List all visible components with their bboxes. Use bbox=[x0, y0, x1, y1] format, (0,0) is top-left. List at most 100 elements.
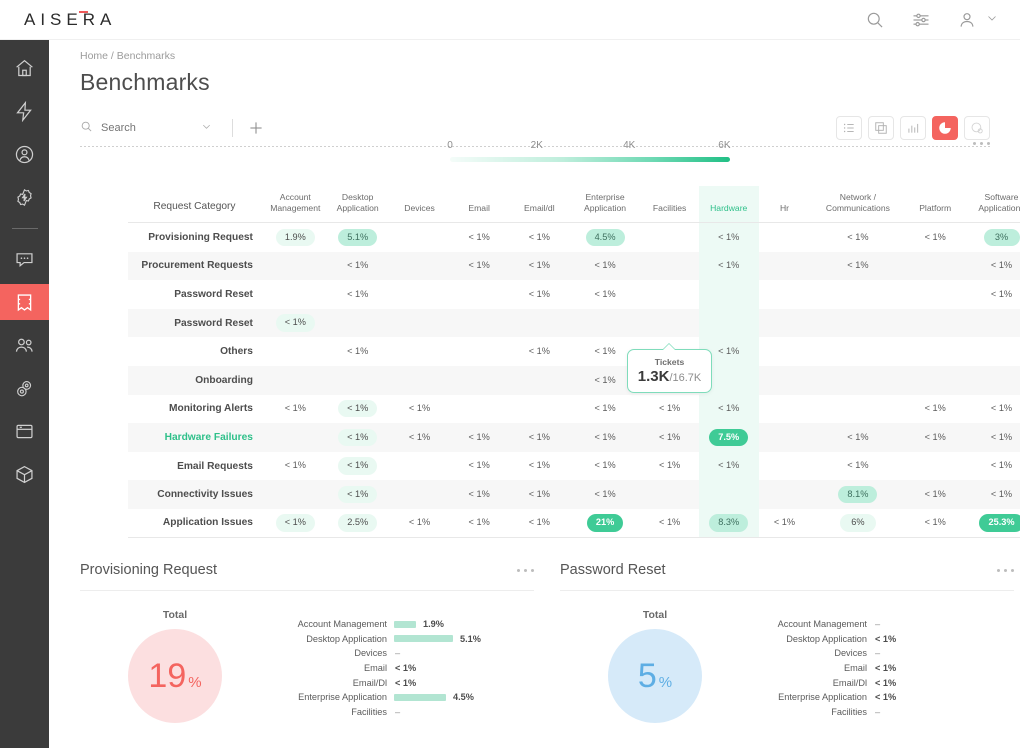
heatmap-cell[interactable]: < 1% bbox=[965, 252, 1020, 281]
heatmap-cell[interactable] bbox=[449, 395, 509, 424]
row-label[interactable]: Password Reset bbox=[128, 280, 265, 309]
bar-chart-view-icon[interactable] bbox=[900, 116, 926, 140]
column-header-email[interactable]: Email bbox=[449, 186, 509, 223]
row-label[interactable]: Onboarding bbox=[128, 366, 265, 395]
sidebar-item-settings[interactable] bbox=[0, 370, 49, 406]
card-more-options[interactable] bbox=[997, 569, 1014, 572]
heatmap-cell[interactable] bbox=[759, 280, 811, 309]
heatmap-cell[interactable] bbox=[759, 395, 811, 424]
heatmap-cell[interactable]: < 1% bbox=[965, 452, 1020, 481]
table-row[interactable]: Application Issues< 1%2.5%< 1%< 1%< 1%21… bbox=[128, 509, 1020, 538]
sidebar-item-users[interactable] bbox=[0, 327, 49, 363]
heatmap-cell[interactable] bbox=[759, 480, 811, 509]
heatmap-cell[interactable]: < 1% bbox=[570, 423, 641, 452]
heatmap-cell[interactable] bbox=[265, 423, 326, 452]
row-label[interactable]: Application Issues bbox=[128, 509, 265, 538]
heatmap-cell[interactable]: < 1% bbox=[509, 509, 570, 538]
column-header-account-management[interactable]: AccountManagement bbox=[265, 186, 326, 223]
heatmap-cell[interactable]: < 1% bbox=[699, 395, 759, 424]
heatmap-cell[interactable] bbox=[390, 280, 450, 309]
table-row[interactable]: Monitoring Alerts< 1%< 1%< 1%< 1%< 1%< 1… bbox=[128, 395, 1020, 424]
heatmap-cell[interactable]: < 1% bbox=[326, 252, 390, 281]
user-icon[interactable] bbox=[957, 10, 977, 30]
heatmap-cell[interactable] bbox=[640, 280, 699, 309]
heatmap-cell[interactable] bbox=[390, 337, 450, 366]
heatmap-cell[interactable] bbox=[810, 309, 905, 338]
sidebar-item-packages[interactable] bbox=[0, 456, 49, 492]
heatmap-cell[interactable] bbox=[390, 223, 450, 252]
heatmap-cell[interactable]: 3% bbox=[965, 223, 1020, 252]
row-label[interactable]: Procurement Requests bbox=[128, 252, 265, 281]
heatmap-cell[interactable]: < 1% bbox=[810, 223, 905, 252]
heatmap-cell[interactable]: < 1% bbox=[265, 309, 326, 338]
table-row[interactable]: Password Reset< 1%< 1%< 1%< 1% bbox=[128, 280, 1020, 309]
heatmap-cell[interactable]: < 1% bbox=[570, 280, 641, 309]
heatmap-cell[interactable]: < 1% bbox=[699, 252, 759, 281]
list-view-icon[interactable] bbox=[836, 116, 862, 140]
add-benchmark-button[interactable] bbox=[247, 119, 265, 137]
sidebar-item-workflows[interactable] bbox=[0, 179, 49, 215]
heatmap-cell[interactable]: < 1% bbox=[390, 423, 450, 452]
heatmap-cell[interactable]: < 1% bbox=[810, 252, 905, 281]
heatmap-cell[interactable]: < 1% bbox=[905, 423, 965, 452]
heatmap-cell[interactable]: < 1% bbox=[640, 423, 699, 452]
table-row[interactable]: Others< 1%< 1%< 1%< 1% bbox=[128, 337, 1020, 366]
heatmap-cell[interactable] bbox=[905, 337, 965, 366]
heatmap-cell[interactable] bbox=[449, 337, 509, 366]
row-label[interactable]: Monitoring Alerts bbox=[128, 395, 265, 424]
chevron-down-icon[interactable] bbox=[986, 12, 998, 27]
heatmap-cell[interactable]: < 1% bbox=[509, 423, 570, 452]
heatmap-cell[interactable]: < 1% bbox=[390, 395, 450, 424]
heatmap-cell[interactable]: < 1% bbox=[640, 509, 699, 538]
heatmap-cell[interactable]: < 1% bbox=[570, 480, 641, 509]
heatmap-cell[interactable]: 1.9% bbox=[265, 223, 326, 252]
heatmap-cell[interactable]: < 1% bbox=[326, 480, 390, 509]
heatmap-cell[interactable]: 6% bbox=[810, 509, 905, 538]
column-header-enterprise-application[interactable]: EnterpriseApplication bbox=[570, 186, 641, 223]
sidebar-item-home[interactable] bbox=[0, 50, 49, 86]
heatmap-cell[interactable]: < 1% bbox=[640, 395, 699, 424]
heatmap-cell[interactable] bbox=[449, 280, 509, 309]
column-header-devices[interactable]: Devices bbox=[390, 186, 450, 223]
heatmap-cell[interactable]: < 1% bbox=[965, 423, 1020, 452]
heatmap-cell[interactable] bbox=[759, 252, 811, 281]
row-label[interactable]: Password Reset bbox=[128, 309, 265, 338]
heatmap-cell[interactable] bbox=[905, 252, 965, 281]
filter-sliders-icon[interactable] bbox=[911, 10, 931, 30]
row-label[interactable]: Hardware Failures bbox=[128, 423, 265, 452]
heatmap-cell[interactable]: < 1% bbox=[265, 509, 326, 538]
heatmap-cell[interactable]: < 1% bbox=[699, 223, 759, 252]
search-icon[interactable] bbox=[865, 10, 885, 30]
heatmap-cell[interactable] bbox=[905, 309, 965, 338]
search-box[interactable] bbox=[80, 120, 228, 136]
sidebar-item-automations[interactable] bbox=[0, 93, 49, 129]
heatmap-cell[interactable]: 8.3% bbox=[699, 509, 759, 538]
table-row[interactable]: Connectivity Issues< 1%< 1%< 1%< 1%8.1%<… bbox=[128, 480, 1020, 509]
heatmap-cell[interactable] bbox=[390, 480, 450, 509]
heatmap-cell[interactable]: < 1% bbox=[905, 509, 965, 538]
heatmap-cell[interactable]: < 1% bbox=[509, 480, 570, 509]
heatmap-cell[interactable] bbox=[509, 309, 570, 338]
heatmap-cell[interactable]: < 1% bbox=[509, 252, 570, 281]
heatmap-cell[interactable]: 25.3% bbox=[965, 509, 1020, 538]
heatmap-cell[interactable]: 21% bbox=[570, 509, 641, 538]
heatmap-cell[interactable]: < 1% bbox=[449, 252, 509, 281]
heatmap-cell[interactable] bbox=[905, 280, 965, 309]
heatmap-cell[interactable]: < 1% bbox=[326, 452, 390, 481]
heatmap-cell[interactable] bbox=[965, 337, 1020, 366]
row-label[interactable]: Connectivity Issues bbox=[128, 480, 265, 509]
heatmap-cell[interactable]: < 1% bbox=[449, 509, 509, 538]
heatmap-cell[interactable] bbox=[965, 366, 1020, 395]
heatmap-cell[interactable]: < 1% bbox=[965, 395, 1020, 424]
heatmap-cell[interactable]: < 1% bbox=[905, 480, 965, 509]
table-row[interactable]: Procurement Requests< 1%< 1%< 1%< 1%< 1%… bbox=[128, 252, 1020, 281]
heatmap-cell[interactable] bbox=[265, 252, 326, 281]
heatmap-cell[interactable] bbox=[390, 452, 450, 481]
table-row[interactable]: Hardware Failures< 1%< 1%< 1%< 1%< 1%< 1… bbox=[128, 423, 1020, 452]
sidebar-item-conversations[interactable] bbox=[0, 241, 49, 277]
heatmap-cell[interactable]: < 1% bbox=[449, 423, 509, 452]
heatmap-cell[interactable] bbox=[759, 423, 811, 452]
heatmap-cell[interactable] bbox=[905, 452, 965, 481]
heatmap-cell[interactable]: < 1% bbox=[570, 395, 641, 424]
heatmap-cell[interactable]: < 1% bbox=[326, 337, 390, 366]
